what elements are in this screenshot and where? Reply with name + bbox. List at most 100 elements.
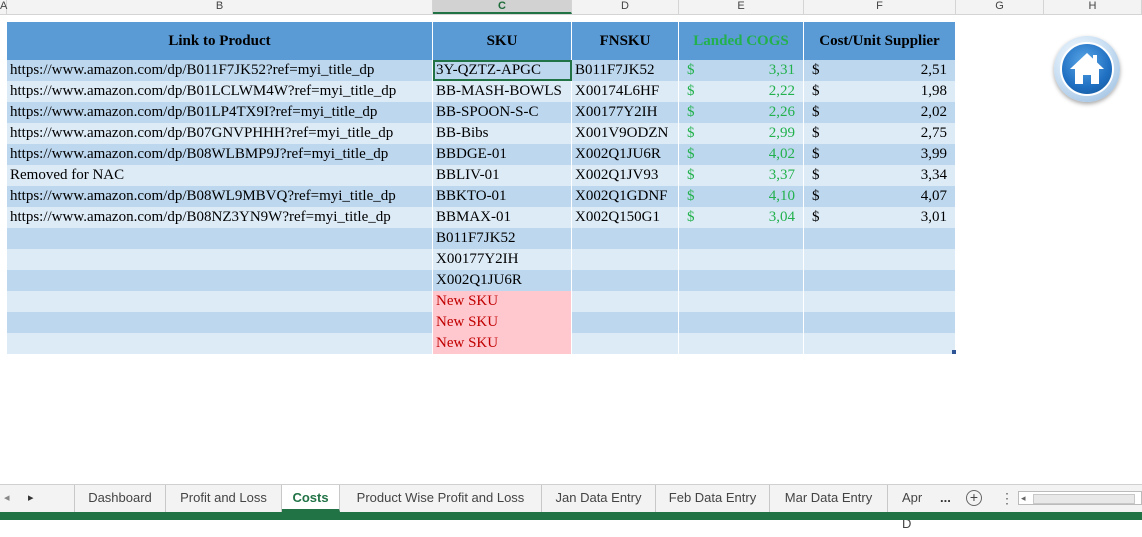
landed-cogs-cell[interactable]: [679, 228, 804, 249]
fnsku-cell[interactable]: X002Q1JU6R: [572, 144, 679, 165]
link-cell[interactable]: https://www.amazon.com/dp/B08WLBMP9J?ref…: [7, 144, 433, 165]
landed-cogs-cell[interactable]: [679, 270, 804, 291]
tab-profit-and-loss[interactable]: Profit and Loss: [166, 485, 282, 512]
sku-cell[interactable]: New SKU: [433, 312, 572, 333]
landed-cogs-cell[interactable]: $3,37: [679, 165, 804, 186]
link-cell[interactable]: https://www.amazon.com/dp/B011F7JK52?ref…: [7, 60, 433, 81]
scroll-left-icon[interactable]: ◂: [1021, 492, 1026, 504]
link-cell[interactable]: [7, 249, 433, 270]
supplier-cost-cell[interactable]: $2,02: [804, 102, 956, 123]
landed-cogs-cell[interactable]: $2,22: [679, 81, 804, 102]
header-fnsku[interactable]: FNSKU: [572, 22, 679, 60]
column-header-e[interactable]: E: [679, 0, 804, 14]
sku-cell[interactable]: X002Q1JU6R: [433, 270, 572, 291]
supplier-cost-cell[interactable]: $2,75: [804, 123, 956, 144]
sku-cell[interactable]: New SKU: [433, 333, 572, 354]
column-header-d[interactable]: D: [572, 0, 679, 14]
fnsku-cell[interactable]: X00174L6HF: [572, 81, 679, 102]
link-cell[interactable]: https://www.amazon.com/dp/B08NZ3YN9W?ref…: [7, 207, 433, 228]
landed-cogs-cell[interactable]: $2,99: [679, 123, 804, 144]
supplier-cost-cell[interactable]: [804, 291, 956, 312]
column-header-a[interactable]: A: [0, 0, 7, 14]
header-landed-cogs[interactable]: Landed COGS: [679, 22, 804, 60]
supplier-cost-cell[interactable]: [804, 249, 956, 270]
fnsku-cell[interactable]: [572, 249, 679, 270]
split-handle-icon[interactable]: ⋮: [1000, 485, 1014, 511]
home-button[interactable]: [1054, 36, 1120, 102]
header-link-to-product[interactable]: Link to Product: [7, 22, 433, 60]
link-cell[interactable]: https://www.amazon.com/dp/B01LP4TX9I?ref…: [7, 102, 433, 123]
fnsku-cell[interactable]: [572, 333, 679, 354]
horizontal-scrollbar[interactable]: ◂: [1018, 491, 1142, 505]
column-header-b[interactable]: B: [7, 0, 433, 14]
supplier-cost-cell[interactable]: $3,34: [804, 165, 956, 186]
tab-overflow[interactable]: ...: [940, 485, 951, 512]
landed-cogs-cell[interactable]: $4,02: [679, 144, 804, 165]
column-header-h[interactable]: H: [1044, 0, 1142, 14]
fnsku-cell[interactable]: B011F7JK52: [572, 60, 679, 81]
tab-feb-data-entry[interactable]: Feb Data Entry: [656, 485, 770, 512]
fnsku-cell[interactable]: [572, 270, 679, 291]
fnsku-cell[interactable]: X00177Y2IH: [572, 102, 679, 123]
tab-product-wise-profit-and-loss[interactable]: Product Wise Profit and Loss: [340, 485, 542, 512]
triangle-right-icon[interactable]: ▸: [28, 485, 34, 512]
link-cell[interactable]: [7, 291, 433, 312]
sku-cell[interactable]: 3Y-QZTZ-APGC: [433, 60, 572, 81]
fnsku-cell[interactable]: X001V9ODZN: [572, 123, 679, 144]
fnsku-cell[interactable]: [572, 291, 679, 312]
link-cell[interactable]: https://www.amazon.com/dp/B01LCLWM4W?ref…: [7, 81, 433, 102]
landed-cogs-cell[interactable]: [679, 333, 804, 354]
column-header-f[interactable]: F: [804, 0, 956, 14]
tab-costs[interactable]: Costs: [282, 485, 340, 512]
tab-apr-data-entry[interactable]: Apr D: [888, 485, 928, 531]
link-cell[interactable]: [7, 270, 433, 291]
landed-cogs-cell[interactable]: $3,04: [679, 207, 804, 228]
supplier-cost-cell[interactable]: $3,99: [804, 144, 956, 165]
triangle-left-icon[interactable]: ◂: [4, 485, 10, 512]
sku-cell[interactable]: BBMAX-01: [433, 207, 572, 228]
fnsku-cell[interactable]: X002Q150G1: [572, 207, 679, 228]
sku-cell[interactable]: BB-SPOON-S-C: [433, 102, 572, 123]
supplier-cost-cell[interactable]: [804, 312, 956, 333]
link-cell[interactable]: Removed for NAC: [7, 165, 433, 186]
landed-cogs-cell[interactable]: [679, 249, 804, 270]
header-sku[interactable]: SKU: [433, 22, 572, 60]
tab-jan-data-entry[interactable]: Jan Data Entry: [542, 485, 656, 512]
tab-mar-data-entry[interactable]: Mar Data Entry: [770, 485, 888, 512]
header-cost-unit-supplier[interactable]: Cost/Unit Supplier: [804, 22, 956, 60]
fnsku-cell[interactable]: X002Q1JV93: [572, 165, 679, 186]
column-header-g[interactable]: G: [956, 0, 1044, 14]
sku-cell[interactable]: B011F7JK52: [433, 228, 572, 249]
sku-cell[interactable]: New SKU: [433, 291, 572, 312]
supplier-cost-cell[interactable]: $4,07: [804, 186, 956, 207]
supplier-cost-cell[interactable]: [804, 333, 956, 354]
column-header-c[interactable]: C: [433, 0, 572, 14]
link-cell[interactable]: https://www.amazon.com/dp/B07GNVPHHH?ref…: [7, 123, 433, 144]
scrollbar-thumb[interactable]: [1033, 494, 1135, 504]
tab-dashboard[interactable]: Dashboard: [74, 485, 166, 512]
table-resize-handle[interactable]: [952, 350, 956, 354]
sku-cell[interactable]: BBLIV-01: [433, 165, 572, 186]
landed-cogs-cell[interactable]: $4,10: [679, 186, 804, 207]
supplier-cost-cell[interactable]: [804, 228, 956, 249]
landed-cogs-cell[interactable]: [679, 291, 804, 312]
supplier-cost-cell[interactable]: $1,98: [804, 81, 956, 102]
sku-cell[interactable]: BB-MASH-BOWLS: [433, 81, 572, 102]
sku-cell[interactable]: X00177Y2IH: [433, 249, 572, 270]
fnsku-cell[interactable]: X002Q1GDNF: [572, 186, 679, 207]
fnsku-cell[interactable]: [572, 312, 679, 333]
landed-cogs-cell[interactable]: $2,26: [679, 102, 804, 123]
link-cell[interactable]: [7, 228, 433, 249]
sku-cell[interactable]: BBKTO-01: [433, 186, 572, 207]
landed-cogs-cell[interactable]: [679, 312, 804, 333]
supplier-cost-cell[interactable]: $3,01: [804, 207, 956, 228]
sku-cell[interactable]: BBDGE-01: [433, 144, 572, 165]
plus-circle-icon[interactable]: +: [966, 490, 982, 506]
link-cell[interactable]: https://www.amazon.com/dp/B08WL9MBVQ?ref…: [7, 186, 433, 207]
sku-cell[interactable]: BB-Bibs: [433, 123, 572, 144]
link-cell[interactable]: [7, 312, 433, 333]
fnsku-cell[interactable]: [572, 228, 679, 249]
supplier-cost-cell[interactable]: [804, 270, 956, 291]
landed-cogs-cell[interactable]: $3,31: [679, 60, 804, 81]
supplier-cost-cell[interactable]: $2,51: [804, 60, 956, 81]
